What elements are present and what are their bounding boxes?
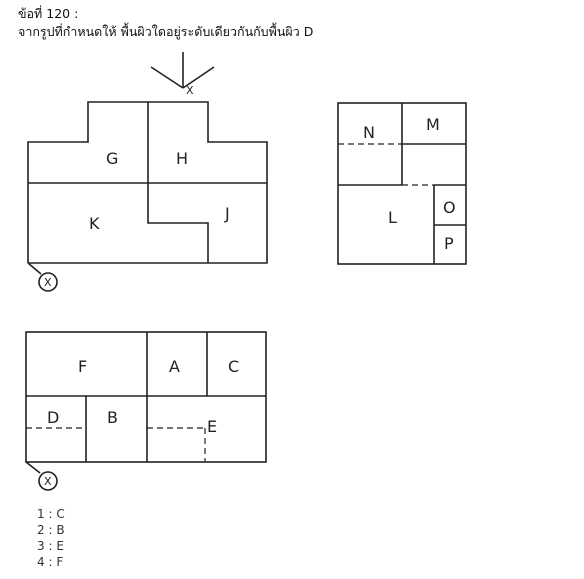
view-arrow-label: X bbox=[186, 84, 194, 97]
orthographic-figure: X G H K J X N M L O P F A C D B E X bbox=[25, 52, 467, 491]
surface-label-o: O bbox=[443, 198, 456, 217]
surface-label-g: G bbox=[106, 149, 118, 168]
surface-label-l: L bbox=[388, 208, 397, 227]
surface-label-n: N bbox=[363, 123, 375, 142]
top-view: X G H K J X bbox=[27, 52, 268, 292]
surface-label-a: A bbox=[169, 357, 180, 376]
surface-label-k: K bbox=[89, 214, 100, 233]
surface-label-p: P bbox=[444, 234, 454, 253]
choice-1[interactable]: 1 : C bbox=[37, 506, 65, 522]
surface-label-j: J bbox=[224, 204, 230, 223]
choice-2[interactable]: 2 : B bbox=[37, 522, 65, 538]
view-marker-label-front: X bbox=[44, 475, 52, 488]
surface-label-e: E bbox=[207, 417, 217, 436]
view-marker-label: X bbox=[44, 276, 52, 289]
choice-3[interactable]: 3 : E bbox=[37, 538, 65, 554]
surface-label-m: M bbox=[426, 115, 440, 134]
surface-label-c: C bbox=[228, 357, 239, 376]
surface-label-f: F bbox=[78, 357, 87, 376]
surface-label-d: D bbox=[47, 408, 59, 427]
answer-choices: 1 : C 2 : B 3 : E 4 : F bbox=[37, 506, 65, 570]
surface-label-b: B bbox=[107, 408, 118, 427]
side-view: N M L O P bbox=[337, 102, 467, 265]
surface-label-h: H bbox=[176, 149, 188, 168]
choice-4[interactable]: 4 : F bbox=[37, 554, 65, 570]
front-view: F A C D B E X bbox=[25, 331, 267, 491]
